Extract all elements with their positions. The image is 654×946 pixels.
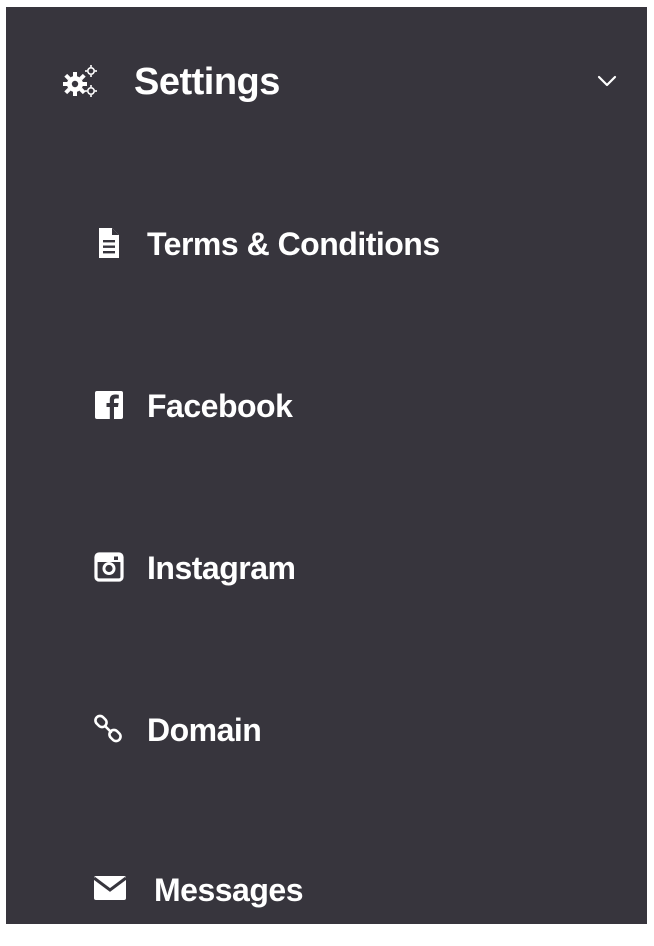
settings-menu-toggle[interactable]: Settings bbox=[6, 7, 647, 159]
envelope-icon bbox=[93, 876, 127, 900]
chevron-down-icon[interactable] bbox=[596, 73, 618, 89]
menu-item-label: Domain bbox=[147, 712, 262, 748]
menu-item-label: Instagram bbox=[147, 550, 296, 586]
menu-item-label: Terms & Conditions bbox=[147, 226, 440, 262]
menu-item-messages[interactable]: Messages bbox=[6, 836, 647, 946]
menu-item-label: Facebook bbox=[147, 388, 293, 424]
settings-sidebar: Settings Terms & Conditions Facebook Ins… bbox=[6, 7, 647, 924]
facebook-icon bbox=[95, 391, 123, 419]
gears-icon bbox=[63, 65, 97, 97]
link-icon bbox=[94, 714, 122, 743]
settings-title: Settings bbox=[134, 61, 280, 103]
menu-item-terms-conditions[interactable]: Terms & Conditions bbox=[6, 188, 647, 298]
menu-item-facebook[interactable]: Facebook bbox=[6, 350, 647, 460]
menu-item-label: Messages bbox=[154, 872, 303, 908]
menu-item-instagram[interactable]: Instagram bbox=[6, 512, 647, 622]
instagram-icon bbox=[94, 552, 124, 582]
menu-item-domain[interactable]: Domain bbox=[6, 674, 647, 784]
file-text-icon bbox=[99, 228, 119, 258]
